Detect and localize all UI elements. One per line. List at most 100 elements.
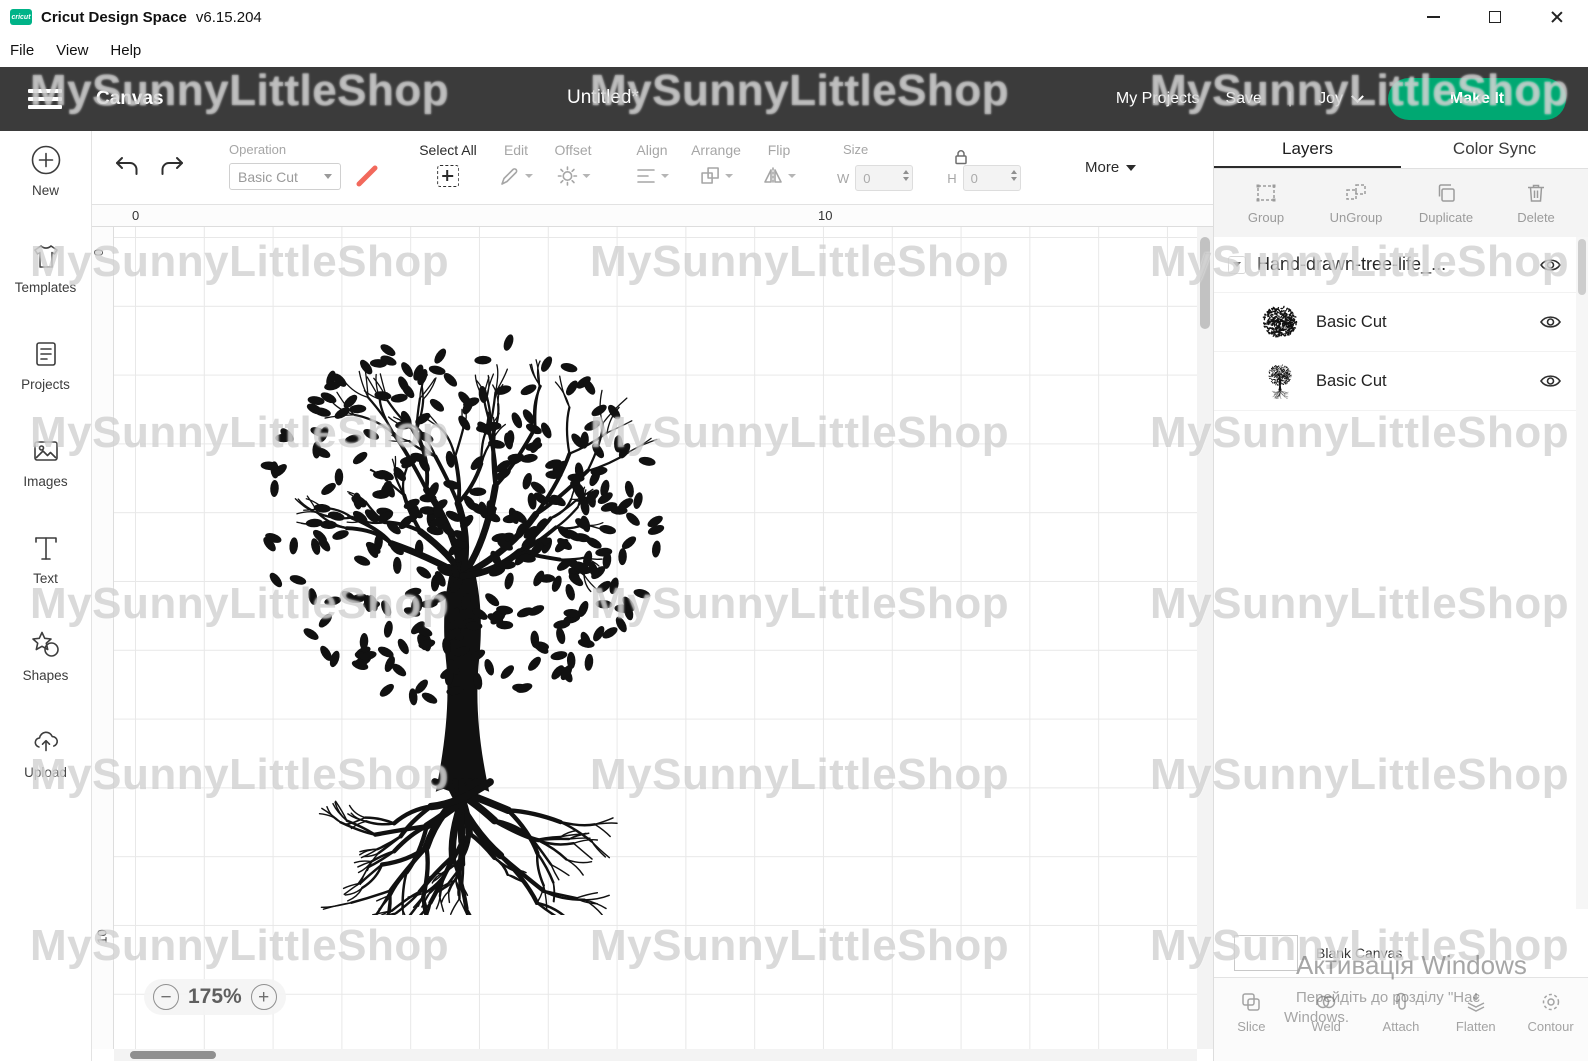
eye-icon <box>1539 257 1562 273</box>
edit-toolbar: Operation Basic Cut Select All Edit <box>92 131 1213 205</box>
maximize-icon <box>1489 11 1501 23</box>
menu-view[interactable]: View <box>56 42 88 59</box>
tab-color-sync[interactable]: Color Sync <box>1401 131 1588 168</box>
layer-visibility-toggle[interactable] <box>1539 257 1562 273</box>
sidebar-item-shapes[interactable]: Shapes <box>0 628 91 725</box>
tree-of-life-image[interactable] <box>215 330 710 915</box>
group-button[interactable]: Group <box>1230 169 1302 237</box>
app-title: Cricut Design Space <box>41 9 187 26</box>
title-bar: cricut Cricut Design Space v6.15.204 <box>0 0 1588 34</box>
operation-select[interactable]: Basic Cut <box>229 163 341 190</box>
offset-label: Offset <box>554 142 591 158</box>
layer-tools-bar: Slice Weld Attach Flatten Contour <box>1214 977 1588 1061</box>
collapse-caret-icon[interactable] <box>1228 256 1246 274</box>
machine-name: Joy <box>1318 90 1343 108</box>
cricut-logo-icon: cricut <box>10 9 32 25</box>
window-controls <box>1402 0 1588 34</box>
paperclip-icon <box>1390 991 1412 1013</box>
close-button[interactable] <box>1526 0 1588 34</box>
layer-row-basic-cut-1[interactable]: Basic Cut <box>1214 293 1576 352</box>
make-it-button[interactable]: Make It <box>1388 78 1566 120</box>
maximize-button[interactable] <box>1464 0 1526 34</box>
delete-button[interactable]: Delete <box>1500 169 1572 237</box>
canvas-area[interactable]: 0 10 − 175% + <box>92 227 1213 1061</box>
left-sidebar: New Templates Projects Images <box>0 131 92 1061</box>
flip-icon <box>762 165 784 187</box>
select-all-button[interactable]: Select All <box>419 142 477 187</box>
minimize-button[interactable] <box>1402 0 1464 34</box>
panel-scrollbar-thumb[interactable] <box>1578 239 1586 295</box>
tab-layers[interactable]: Layers <box>1214 131 1401 168</box>
machine-selector[interactable]: Joy <box>1318 90 1362 108</box>
color-swatch[interactable] <box>354 163 380 189</box>
attach-label: Attach <box>1383 1019 1420 1034</box>
menu-file[interactable]: File <box>10 42 34 59</box>
layer-visibility-toggle[interactable] <box>1539 373 1562 389</box>
eye-icon <box>1539 373 1562 389</box>
blank-canvas-swatch[interactable] <box>1234 935 1298 971</box>
layer-row-basic-cut-2[interactable]: Basic Cut <box>1214 352 1576 411</box>
canvas-label: Canvas <box>96 88 164 110</box>
sidebar-item-upload[interactable]: Upload <box>0 725 91 822</box>
arrange-label: Arrange <box>691 142 741 158</box>
vertical-scrollbar[interactable] <box>1197 227 1213 1049</box>
sidebar-item-projects[interactable]: Projects <box>0 337 91 434</box>
minimize-icon <box>1427 16 1440 18</box>
align-button[interactable]: Align <box>635 142 669 187</box>
horizontal-scrollbar[interactable] <box>114 1049 1197 1061</box>
layer-label: Basic Cut <box>1316 313 1387 332</box>
redo-button[interactable] <box>158 155 188 181</box>
more-button[interactable]: More <box>1085 159 1136 176</box>
sidebar-item-templates[interactable]: Templates <box>0 240 91 337</box>
ungroup-button[interactable]: UnGroup <box>1320 169 1392 237</box>
attach-button[interactable]: Attach <box>1369 991 1433 1061</box>
text-icon <box>29 531 63 565</box>
panel-scrollbar[interactable] <box>1576 237 1588 909</box>
layer-visibility-toggle[interactable] <box>1539 314 1562 330</box>
menu-help[interactable]: Help <box>110 42 141 59</box>
edit-button[interactable]: Edit <box>499 142 533 187</box>
zoom-in-button[interactable]: + <box>251 984 277 1010</box>
layer-group-row[interactable]: Hand-drawn-tree-life_... <box>1214 237 1576 293</box>
caret-down-icon <box>661 174 669 178</box>
arrange-button[interactable]: Arrange <box>691 142 741 187</box>
duplicate-icon <box>1434 181 1458 205</box>
my-projects-link[interactable]: My Projects <box>1116 90 1200 108</box>
flatten-button[interactable]: Flatten <box>1444 991 1508 1061</box>
sidebar-item-new[interactable]: New <box>0 143 91 240</box>
sidebar-item-label: Upload <box>24 765 67 780</box>
height-stepper[interactable] <box>1011 170 1017 181</box>
document-title[interactable]: Untitled* <box>567 87 639 109</box>
layer-thumbnail <box>1260 304 1300 340</box>
sidebar-item-text[interactable]: Text <box>0 531 91 628</box>
sidebar-item-label: Images <box>23 474 67 489</box>
contour-button[interactable]: Contour <box>1519 991 1583 1061</box>
vertical-scrollbar-thumb[interactable] <box>1200 237 1210 329</box>
zoom-out-button[interactable]: − <box>153 984 179 1010</box>
duplicate-button[interactable]: Duplicate <box>1410 169 1482 237</box>
hamburger-menu-icon[interactable] <box>28 85 62 113</box>
panel-tabs: Layers Color Sync <box>1214 131 1588 169</box>
operation-label: Operation <box>229 142 286 157</box>
flatten-icon <box>1465 991 1487 1013</box>
flip-button[interactable]: Flip <box>762 142 796 187</box>
sidebar-item-images[interactable]: Images <box>0 434 91 531</box>
blank-canvas-row: Blank Canvas <box>1214 929 1588 977</box>
undo-button[interactable] <box>114 155 144 181</box>
cricut-logo-text: cricut <box>11 14 30 21</box>
save-link[interactable]: Save <box>1225 90 1261 108</box>
contour-label: Contour <box>1527 1019 1573 1034</box>
aspect-lock-icon[interactable] <box>952 148 970 171</box>
size-label: Size <box>843 142 868 157</box>
ungroup-label: UnGroup <box>1330 210 1383 225</box>
weld-button[interactable]: Weld <box>1294 991 1358 1061</box>
trash-icon <box>1524 181 1548 205</box>
horizontal-scrollbar-thumb[interactable] <box>130 1051 216 1059</box>
slice-button[interactable]: Slice <box>1219 991 1283 1061</box>
width-stepper[interactable] <box>903 170 909 181</box>
sidebar-item-label: Templates <box>15 280 77 295</box>
layers-panel: Layers Color Sync Group UnGroup Duplicat… <box>1213 131 1588 1061</box>
weld-icon <box>1315 991 1337 1013</box>
offset-button[interactable]: Offset <box>554 142 591 187</box>
app-version: v6.15.204 <box>196 9 262 26</box>
